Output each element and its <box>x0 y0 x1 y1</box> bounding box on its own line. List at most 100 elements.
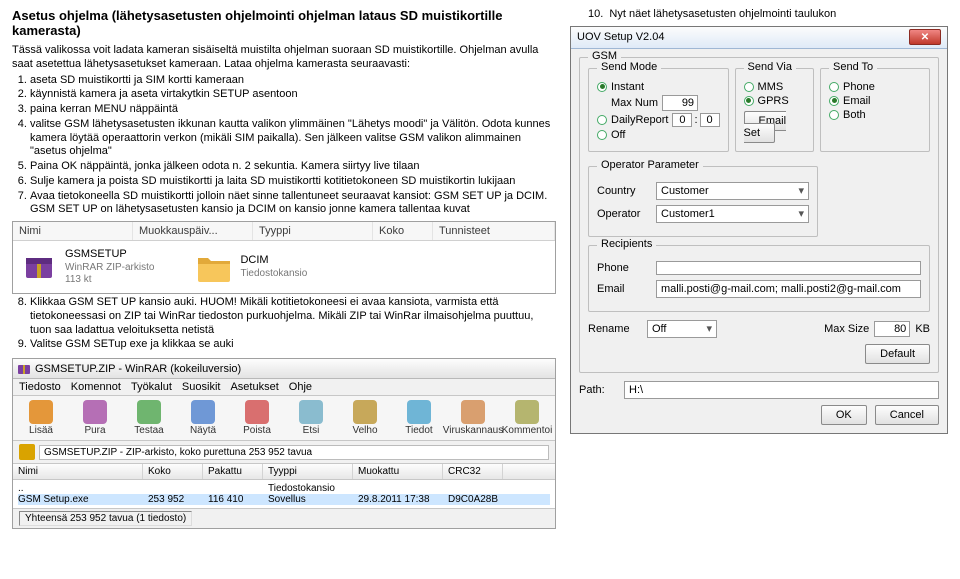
tb-test[interactable]: Testaa <box>127 400 171 436</box>
col-name[interactable]: Nimi <box>13 222 133 240</box>
email-label: Email <box>597 283 651 295</box>
step-3: paina kerran MENU näppäintä <box>30 103 556 117</box>
step-4: valitse GSM lähetysasetusten ikkunan kau… <box>30 118 556 159</box>
tb-view[interactable]: Näytä <box>181 400 225 436</box>
country-label: Country <box>597 185 651 197</box>
menu-tiedosto[interactable]: Tiedosto <box>19 381 61 393</box>
col-modified[interactable]: Muokkauspäiv... <box>133 222 253 240</box>
tb-delete[interactable]: Poista <box>235 400 279 436</box>
radio-instant[interactable]: Instant <box>597 81 720 93</box>
maxsize-input[interactable]: 80 <box>874 321 910 337</box>
steps-list: aseta SD muistikortti ja SIM kortti kame… <box>30 74 556 218</box>
radio-toboth[interactable]: Both <box>829 109 921 121</box>
step-9: Valitse GSM SETup exe ja klikkaa se auki <box>30 338 556 352</box>
step-8: Klikkaa GSM SET UP kansio auki. HUOM! Mi… <box>30 296 556 337</box>
ok-button[interactable]: OK <box>821 405 867 425</box>
menu-suosikit[interactable]: Suosikit <box>182 381 221 393</box>
col-type[interactable]: Tyyppi <box>263 464 353 479</box>
winrar-path[interactable]: GSMSETUP.ZIP - ZIP-arkisto, koko purettu… <box>39 445 549 460</box>
winrar-window: GSMSETUP.ZIP - WinRAR (kokeiluversio) Ti… <box>12 358 556 529</box>
tb-info[interactable]: Tiedot <box>397 400 441 436</box>
radio-dailyreport[interactable]: DailyReport 0: 0 <box>597 113 720 127</box>
file-size: 113 kt <box>65 274 154 286</box>
emailset-button[interactable]: Email Set <box>744 111 787 143</box>
path-label: Path: <box>579 384 619 396</box>
country-select[interactable]: Customer <box>656 182 809 200</box>
step-1: aseta SD muistikortti ja SIM kortti kame… <box>30 74 556 88</box>
step-7: Avaa tietokoneella SD muistikortti jollo… <box>30 190 556 218</box>
email-input[interactable]: malli.posti@g-mail.com; malli.posti2@g-m… <box>656 280 921 298</box>
radio-tophone[interactable]: Phone <box>829 81 921 93</box>
rename-select[interactable]: Off <box>647 320 717 338</box>
file-gsmsetup[interactable]: GSMSETUP WinRAR ZIP-arkisto 113 kt <box>19 247 154 287</box>
close-icon: ✕ <box>921 32 929 43</box>
winrar-app-icon <box>17 362 31 376</box>
file-type: WinRAR ZIP-arkisto <box>65 262 154 274</box>
tb-virus[interactable]: Viruskannaus <box>451 400 495 436</box>
radio-mms[interactable]: MMS <box>744 81 805 93</box>
radio-toemail[interactable]: Email <box>829 95 921 107</box>
winrar-pathbar: GSMSETUP.ZIP - ZIP-arkisto, koko purettu… <box>13 441 555 464</box>
close-button[interactable]: ✕ <box>909 29 941 45</box>
steps-cont: Klikkaa GSM SET UP kansio auki. HUOM! Mi… <box>30 296 556 352</box>
step-6: Sulje kamera ja poista SD muistikortti j… <box>30 175 556 189</box>
col-packed[interactable]: Pakattu <box>203 464 263 479</box>
winrar-menubar[interactable]: Tiedosto Komennot Työkalut Suosikit Aset… <box>13 379 555 396</box>
zip-icon <box>19 247 59 287</box>
kb-label: KB <box>915 323 930 335</box>
operator-label: Operator <box>597 208 651 220</box>
folder-icon <box>194 247 234 287</box>
radio-gprs[interactable]: GPRS <box>744 95 805 107</box>
winrar-row-setupexe[interactable]: GSM Setup.exe 253 952 116 410 Sovellus 2… <box>18 494 550 505</box>
winrar-toolbar: Lisää Pura Testaa Näytä Poista Etsi Velh… <box>13 396 555 441</box>
uov-title: UOV Setup V2.04 <box>577 31 664 43</box>
col-tags[interactable]: Tunnisteet <box>433 222 555 240</box>
winrar-statusbar: Yhteensä 253 952 tavua (1 tiedosto) <box>13 508 555 528</box>
default-button[interactable]: Default <box>865 344 930 364</box>
menu-komennot[interactable]: Komennot <box>71 381 121 393</box>
phone-label: Phone <box>597 262 651 274</box>
operator-select[interactable]: Customer1 <box>656 205 809 223</box>
path-input[interactable]: H:\ <box>624 381 939 399</box>
group-sendmode: Send Mode Instant Max Num 99 DailyReport… <box>588 68 729 152</box>
phone-input[interactable] <box>656 261 921 275</box>
tb-wizard[interactable]: Velho <box>343 400 387 436</box>
tb-comment[interactable]: Kommentoi <box>505 400 549 436</box>
winrar-title: GSMSETUP.ZIP - WinRAR (kokeiluversio) <box>35 363 551 375</box>
maxnum-label: Max Num <box>611 97 658 109</box>
folder-name: DCIM <box>240 254 307 267</box>
tb-find[interactable]: Etsi <box>289 400 333 436</box>
uov-window: UOV Setup V2.04 ✕ GSM Send Mode Instant <box>570 26 948 434</box>
group-sendto: Send To Phone Email Both <box>820 68 930 152</box>
folder-type: Tiedostokansio <box>240 268 307 280</box>
bookmark-icon[interactable] <box>19 444 35 460</box>
menu-ohje[interactable]: Ohje <box>289 381 312 393</box>
daily-spin-2[interactable]: 0 <box>700 113 720 127</box>
rename-label: Rename <box>588 323 642 335</box>
menu-asetukset[interactable]: Asetukset <box>230 381 278 393</box>
col-name[interactable]: Nimi <box>13 464 143 479</box>
daily-spin-1[interactable]: 0 <box>672 113 692 127</box>
winrar-list-header: Nimi Koko Pakattu Tyyppi Muokattu CRC32 <box>13 464 555 480</box>
winrar-row-up[interactable]: .. Tiedostokansio <box>18 483 550 494</box>
radio-off[interactable]: Off <box>597 129 720 141</box>
col-modified[interactable]: Muokattu <box>353 464 443 479</box>
explorer-panel: Nimi Muokkauspäiv... Tyyppi Koko Tunnist… <box>12 221 556 294</box>
tb-extract[interactable]: Pura <box>73 400 117 436</box>
step-5: Paina OK näppäintä, jonka jälkeen odota … <box>30 160 556 174</box>
tb-add[interactable]: Lisää <box>19 400 63 436</box>
cancel-button[interactable]: Cancel <box>875 405 939 425</box>
menu-tyokalut[interactable]: Työkalut <box>131 381 172 393</box>
col-crc[interactable]: CRC32 <box>443 464 503 479</box>
step-2: käynnistä kamera ja aseta virtakytkin SE… <box>30 88 556 102</box>
col-size[interactable]: Koko <box>143 464 203 479</box>
maxnum-input[interactable]: 99 <box>662 95 698 111</box>
folder-dcim[interactable]: DCIM Tiedostokansio <box>194 247 307 287</box>
step-10: 10. Nyt näet lähetysasetusten ohjelmoint… <box>588 8 948 22</box>
group-recipients: Recipients Phone Email malli.posti@g-mai… <box>588 245 930 312</box>
col-size[interactable]: Koko <box>373 222 433 240</box>
page-title: Asetus ohjelma (lähetysasetusten ohjelmo… <box>12 8 556 38</box>
step-7-note: GSM SET UP on lähetysasetusten kansio ja… <box>30 203 556 217</box>
group-gsm: GSM Send Mode Instant Max Num 99 DailyRe… <box>579 57 939 373</box>
col-type[interactable]: Tyyppi <box>253 222 373 240</box>
